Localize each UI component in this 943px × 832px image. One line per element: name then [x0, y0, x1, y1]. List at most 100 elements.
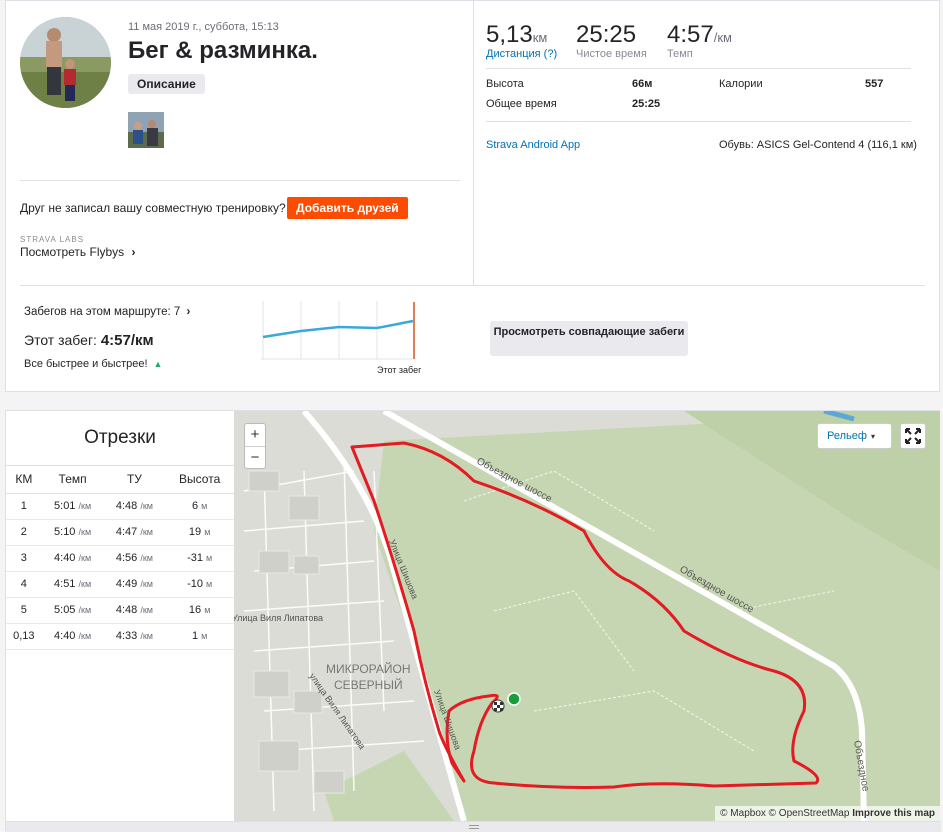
split-pace: 4:51 /км: [41, 571, 104, 598]
elapsed-time-label: Общее время: [486, 98, 557, 110]
split-elev-value: 6: [191, 500, 199, 512]
map-canvas[interactable]: МИКРОРАЙОН СЕВЕРНЫЙ Объездное шоссе Объе…: [234, 411, 940, 821]
calories-label: Калории: [719, 78, 763, 90]
elevation-label: Высота: [486, 78, 524, 90]
elapsed-time-value: 25:25: [632, 98, 661, 110]
split-row[interactable]: 3 4:40 /км 4:56 /км -31 м: [6, 545, 234, 572]
split-row[interactable]: 2 5:10 /км 4:47 /км 19 м: [6, 519, 234, 546]
view-matched-runs-button[interactable]: Просмотреть совпадающие забеги: [490, 321, 688, 356]
split-elevation: 16 м: [165, 597, 234, 624]
stat-moving-time: 25:25 Чистое время: [576, 21, 647, 60]
split-elevation: -31 м: [165, 545, 234, 572]
resize-strip[interactable]: [6, 821, 941, 832]
route-map[interactable]: МИКРОРАЙОН СЕВЕРНЫЙ Объездное шоссе Объе…: [234, 411, 940, 821]
device-link[interactable]: Strava Android App: [486, 139, 580, 151]
split-gap: 4:48 /км: [103, 493, 166, 520]
route-runs-label: Забегов на этом маршруте: 7: [24, 306, 181, 318]
pace-unit: /км: [140, 579, 153, 589]
description-button[interactable]: Описание: [128, 74, 205, 94]
splits-header-row: КМ Темп ТУ Высота: [6, 466, 234, 494]
pace-label: Темп: [667, 48, 693, 60]
map-layer-label: Рельеф: [827, 430, 867, 442]
elev-unit: м: [206, 579, 213, 589]
pace-unit: /км: [140, 553, 153, 563]
this-run-pace-value: 4:57/км: [100, 332, 154, 349]
distance-unit: км: [532, 30, 548, 45]
pace-unit: /км: [140, 605, 153, 615]
split-pace-value: 5:10: [54, 526, 76, 538]
splits-title: Отрезки: [84, 427, 156, 448]
flybys-link-label: Посмотреть Flybys: [20, 245, 125, 259]
route-pace-trend-line: [262, 319, 414, 339]
split-pace: 5:01 /км: [41, 493, 104, 520]
add-friends-button[interactable]: Добавить друзей: [287, 197, 408, 219]
pace-unit: /км: [78, 501, 92, 511]
map-label-district: МИКРОРАЙОН: [326, 661, 411, 676]
attribution-text[interactable]: © Mapbox © OpenStreetMap: [720, 808, 849, 819]
split-gap-value: 4:47: [115, 526, 138, 538]
chevron-right-icon: ›: [131, 245, 136, 259]
chevron-right-icon: ›: [186, 306, 191, 318]
split-gap: 4:49 /км: [103, 571, 166, 598]
improve-map-link[interactable]: Improve this map: [852, 808, 935, 819]
drag-handle-icon[interactable]: [469, 825, 479, 829]
elev-unit: м: [201, 501, 208, 511]
split-row[interactable]: 4 4:51 /км 4:49 /км -10 м: [6, 571, 234, 598]
split-pace-value: 4:40: [54, 630, 76, 642]
map-label-district: СЕВЕРНЫЙ: [334, 677, 403, 692]
stat-distance: 5,13км Дистанция (?): [486, 21, 557, 60]
split-km: 2: [6, 519, 42, 546]
divider: [20, 180, 460, 181]
trend-text: Все быстрее и быстрее! ▲: [24, 358, 162, 370]
route-runs-link[interactable]: Забегов на этом маршруте: 7 ›: [24, 306, 190, 318]
split-km: 0,13: [6, 623, 42, 650]
split-gap-value: 4:48: [115, 604, 138, 616]
split-pace-value: 5:05: [54, 604, 76, 616]
distance-label-link[interactable]: Дистанция (?): [486, 48, 557, 60]
pace-unit: /км: [78, 579, 92, 589]
elev-unit: м: [206, 553, 213, 563]
zoom-control: + −: [244, 423, 266, 469]
distance-value: 5,13: [486, 21, 533, 48]
col-elevation: Высота: [165, 466, 234, 494]
split-elev-value: 16: [188, 604, 202, 616]
zoom-out-button[interactable]: −: [245, 446, 265, 468]
trend-up-icon: ▲: [153, 359, 163, 369]
pace-unit: /км: [140, 631, 153, 641]
elev-unit: м: [204, 605, 211, 615]
divider: [20, 285, 925, 286]
split-elev-value: -31: [187, 552, 203, 564]
split-gap: 4:33 /км: [103, 623, 166, 650]
activity-photo-thumbnail[interactable]: [128, 112, 164, 148]
pace-unit: /км: [78, 527, 92, 537]
zoom-in-button[interactable]: +: [245, 424, 265, 446]
strava-labs-label: STRAVA LABS: [20, 235, 85, 244]
this-run-prefix: Этот забег:: [24, 332, 101, 348]
split-row[interactable]: 5 5:05 /км 4:48 /км 16 м: [6, 597, 234, 624]
fullscreen-button[interactable]: [900, 423, 926, 449]
split-row[interactable]: 0,13 4:40 /км 4:33 /км 1 м: [6, 623, 234, 650]
pace-unit: /км: [713, 30, 732, 45]
split-elev-value: -10: [187, 578, 203, 590]
col-pace: Темп: [41, 466, 104, 494]
divider: [486, 121, 911, 122]
shoes-info: Обувь: ASICS Gel-Contend 4 (116,1 км): [719, 139, 917, 151]
friend-prompt: Друг не записал вашу совместную трениров…: [20, 201, 286, 215]
split-gap-value: 4:48: [115, 500, 138, 512]
split-km: 3: [6, 545, 42, 572]
map-attribution: © Mapbox © OpenStreetMap Improve this ma…: [715, 806, 940, 821]
athlete-avatar[interactable]: [20, 17, 111, 108]
trend-label: Все быстрее и быстрее!: [24, 358, 148, 370]
splits-map-card: Отрезки КМ Темп ТУ Высота 1 5:01 /км 4:4…: [5, 410, 941, 832]
this-run-pace: Этот забег: 4:57/км: [24, 332, 154, 349]
split-elevation: 19 м: [165, 519, 234, 546]
fullscreen-icon: [905, 428, 921, 444]
split-row[interactable]: 1 5:01 /км 4:48 /км 6 м: [6, 493, 234, 520]
moving-time-value: 25:25: [576, 21, 637, 48]
calories-value: 557: [865, 78, 884, 90]
map-layer-dropdown[interactable]: Рельеф ▾: [817, 423, 892, 449]
split-gap: 4:48 /км: [103, 597, 166, 624]
split-gap: 4:47 /км: [103, 519, 166, 546]
split-elevation: 6 м: [165, 493, 234, 520]
flybys-link[interactable]: Посмотреть Flybys ›: [20, 245, 136, 259]
